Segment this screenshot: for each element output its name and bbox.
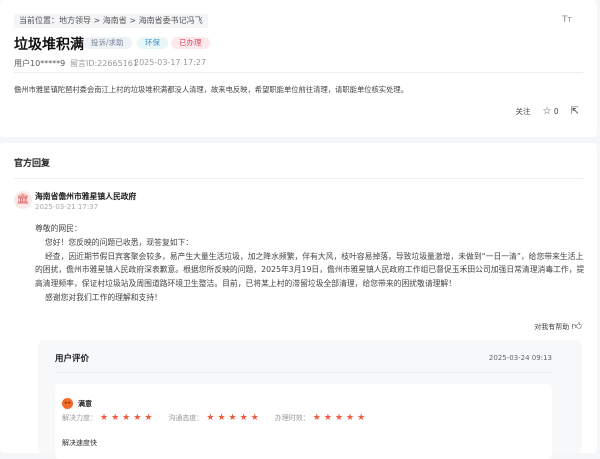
breadcrumb: 当前位置：地方领导 > 海南省 > 海南省委书记冯飞: [14, 14, 208, 28]
star-icon: ★: [312, 413, 321, 423]
divider: [14, 178, 583, 179]
message-date: 2025-03-17 17:27: [134, 58, 207, 67]
rating-item: 沟通态度： ★ ★ ★ ★ ★: [168, 413, 258, 423]
rating-label: 解决力度：: [62, 414, 97, 422]
star-icon: ★: [346, 413, 355, 423]
font-size-icon[interactable]: TT: [562, 15, 572, 25]
star-icon: ★: [206, 413, 215, 423]
rating-item: 办理时效： ★ ★ ★ ★ ★: [275, 413, 365, 423]
status-badge: 已办理: [171, 37, 210, 49]
evaluation-title: 用户评价: [55, 354, 90, 364]
divider: [55, 372, 552, 373]
evaluation-detail: •• 满意 解决力度： ★ ★ ★ ★ ★ 沟通态度： ★ ★ ★ ★ ★ 办理时效： ★ ★ ★ ★ ★ 解决速…: [55, 384, 552, 459]
satisfaction-label: 满意: [78, 400, 92, 408]
star-icon: ★: [228, 413, 237, 423]
rating-label: 沟通态度：: [168, 414, 204, 422]
thumbs-up-icon: 👍︎: [571, 321, 582, 332]
message-card: 当前位置：地方领导 > 海南省 > 海南省委书记冯飞 TT 垃圾堆积满 投诉/求…: [0, 0, 597, 137]
reply-paragraph: 感谢您对我们工作的理解和支持！: [45, 292, 162, 302]
message-description: 儋州市雅星镇陀琶村委会南江上村的垃圾堆积满都没人清理，故来电反映，希望职能单位前…: [14, 85, 409, 94]
like-button[interactable]: ☆ 0: [542, 106, 558, 117]
section-title: 官方回复: [14, 159, 51, 169]
evaluation-comment: 解决速度快: [62, 439, 97, 447]
reply-date: 2025-03-21 17:37: [35, 203, 99, 211]
reply-paragraph: 经查，因近期节假日宾客聚会较多，易产生大量生活垃圾，加之降水频繁，伴有大风，枝叶…: [35, 251, 585, 289]
reply-body: 尊敬的网民： 您好！您反映的问题已收悉，现答复如下： 经查，因近期节假日宾客聚会…: [35, 222, 585, 305]
government-building-icon: 🏛: [14, 191, 32, 209]
user-evaluation: 用户评价 2025-03-24 09:13 •• 满意 解决力度： ★ ★ ★ ★ ★ 沟通…: [38, 340, 582, 459]
star-icon: ★: [144, 413, 153, 423]
star-icon: ★: [334, 413, 344, 423]
category-tag: 投诉/求助: [83, 37, 132, 49]
helpful-button[interactable]: 对我有帮助 👍︎: [534, 320, 582, 332]
page-title: 垃圾堆积满: [14, 37, 84, 53]
divider: [14, 72, 583, 73]
like-count: 0: [553, 107, 559, 116]
reply-paragraph: 您好！您反映的问题已收悉，现答复如下：: [45, 237, 194, 247]
star-icon: ★: [111, 413, 120, 423]
follow-button[interactable]: 关注: [515, 106, 530, 117]
user-name: 用户10*****9: [14, 59, 66, 68]
star-icon: ★: [323, 413, 332, 423]
star-icon: ★: [239, 413, 248, 423]
reply-org: 海南省儋州市雅星镇人民政府: [35, 192, 137, 201]
message-id: 留言ID:22665161: [70, 59, 138, 68]
star-icon: ★: [100, 413, 109, 423]
satisfied-face-icon: ••: [62, 398, 73, 409]
rating-label: 办理时效：: [274, 414, 310, 422]
star-icon: ★: [357, 413, 366, 423]
star-icon: ★: [133, 413, 142, 423]
star-icon: ★: [217, 413, 226, 423]
star-icon: ★: [250, 413, 259, 423]
star-icon: ☆: [542, 106, 552, 117]
evaluation-date: 2025-03-24 09:13: [488, 354, 552, 362]
star-icon: ★: [122, 413, 131, 423]
topic-tag: 环保: [137, 37, 168, 49]
helpful-label: 对我有帮助: [534, 323, 570, 331]
reply-greeting: 尊敬的网民：: [35, 224, 82, 233]
share-icon[interactable]: ⇱: [571, 106, 579, 117]
rating-item: 解决力度： ★ ★ ★ ★ ★: [62, 413, 152, 423]
